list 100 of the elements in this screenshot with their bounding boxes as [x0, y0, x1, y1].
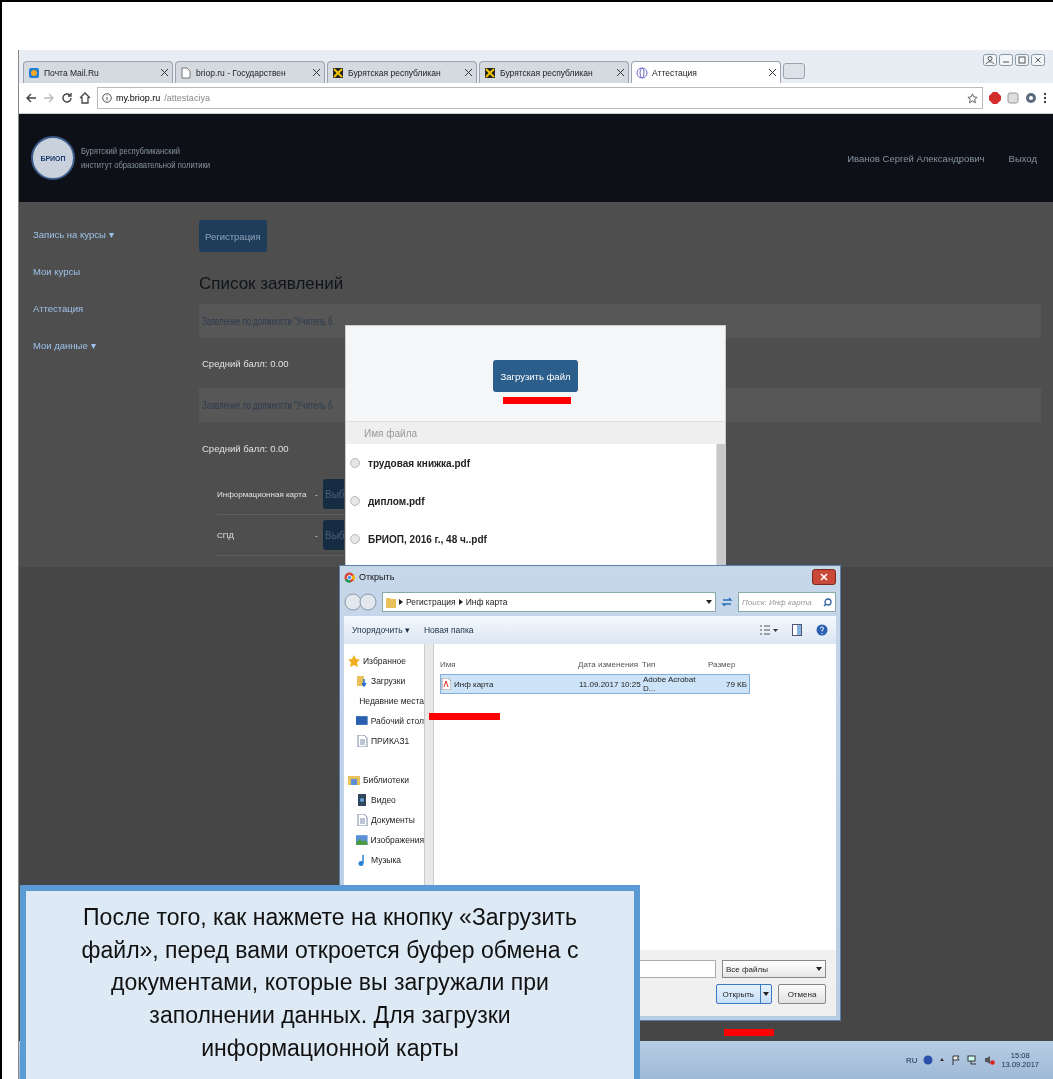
language-indicator[interactable]: RU	[905, 1055, 918, 1065]
chevron-icon	[458, 599, 463, 605]
page-heading: Список заявлений	[199, 274, 345, 294]
address-field[interactable]: my.briop.ru /attestaciya	[97, 87, 983, 109]
organize-menu[interactable]: Упорядочить ▾	[352, 625, 410, 635]
browser-tab[interactable]: Аттестация	[631, 61, 781, 83]
folder-icon	[386, 596, 396, 608]
upload-file-button[interactable]: Загрузить файл	[492, 360, 579, 392]
navigation-item[interactable]: Избранное	[348, 652, 424, 669]
navigation-item[interactable]: Документы	[348, 811, 424, 828]
document-status: -	[315, 489, 319, 499]
flag-icon[interactable]	[951, 1055, 962, 1065]
path-field[interactable]: Регистрация Инф карта	[382, 592, 716, 612]
close-icon	[820, 573, 828, 581]
extension-icon[interactable]	[1025, 92, 1037, 104]
back-icon[interactable]	[25, 92, 37, 104]
navigation-item[interactable]: ПРИКАЗ1	[348, 732, 424, 749]
star-icon[interactable]	[967, 92, 978, 104]
callout-text: После того, как нажмете на кнопку «Загрузить файл», перед вами откроется буфер обмена с документами, которые вы загружали при заполнении данных. Для загрузки информационной карты	[80, 903, 580, 1063]
sidebar-link[interactable]: Аттестация	[33, 303, 84, 314]
adblock-icon[interactable]	[989, 92, 1001, 104]
browser-tab[interactable]: Почта Mail.Ru	[23, 61, 173, 83]
home-icon[interactable]	[79, 92, 91, 104]
info-icon[interactable]	[102, 93, 112, 103]
navigation-item[interactable]: Недавние места	[348, 692, 424, 709]
desktop-icon	[356, 714, 368, 727]
new-folder-button[interactable]: Новая папка	[423, 625, 474, 635]
close-icon[interactable]	[769, 69, 776, 76]
document-label: СПД	[217, 530, 235, 540]
view-options-icon[interactable]	[760, 625, 778, 635]
speaker-icon[interactable]	[984, 1055, 996, 1065]
open-button[interactable]: Открыть	[715, 984, 772, 1004]
doc-icon	[356, 813, 368, 826]
browser-logo-icon	[344, 571, 355, 583]
column-header[interactable]: Дата изменения	[578, 659, 642, 669]
minimize-icon[interactable]	[999, 54, 1013, 66]
navigation-item[interactable]: Изображения	[348, 831, 424, 848]
file-name[interactable]: трудовая книжка.pdf	[368, 457, 470, 469]
dropdown-icon[interactable]	[706, 600, 712, 604]
highlight-underline	[429, 713, 500, 720]
cancel-button[interactable]: Отмена	[778, 984, 826, 1004]
column-header[interactable]: Тип	[642, 659, 708, 669]
browser-tab[interactable]: briop.ru - Государствен	[175, 61, 325, 83]
menu-icon[interactable]	[1043, 92, 1047, 104]
average-score: Средний балл: 0.00	[202, 442, 289, 454]
radio-button[interactable]	[350, 534, 360, 544]
image-icon	[356, 833, 368, 846]
navigation-item[interactable]: Загрузки	[348, 672, 424, 689]
browser-tab[interactable]: Бурятская республикан	[479, 61, 629, 83]
person-icon[interactable]	[983, 54, 997, 66]
path-segment[interactable]: Инф карта	[465, 597, 508, 607]
navigation-item[interactable]: Библиотеки	[348, 771, 424, 788]
file-type: Adobe Acrobat D...	[643, 675, 697, 693]
network-icon[interactable]	[967, 1055, 979, 1065]
average-score: Средний балл: 0.00	[202, 357, 289, 369]
browser-tab[interactable]: Бурятская республикан	[327, 61, 477, 83]
close-button[interactable]	[812, 569, 836, 585]
radio-button[interactable]	[350, 496, 360, 506]
close-icon[interactable]	[617, 69, 624, 76]
close-icon[interactable]	[465, 69, 472, 76]
favicon-icon	[636, 66, 648, 79]
search-icon[interactable]	[823, 597, 832, 607]
chevron-icon	[399, 599, 403, 605]
column-header[interactable]: Размер	[708, 659, 746, 669]
sidebar-link[interactable]: Запись на курсы	[33, 229, 106, 240]
preview-pane-icon[interactable]	[792, 624, 802, 636]
highlight-underline	[503, 397, 571, 404]
close-icon[interactable]	[161, 69, 168, 76]
navigation-item[interactable]: Музыка	[348, 851, 424, 868]
logout-link[interactable]: Выход	[1008, 152, 1037, 164]
navigation-item[interactable]: Видео	[348, 791, 424, 808]
reload-icon[interactable]	[61, 92, 73, 104]
refresh-icon[interactable]	[720, 595, 734, 609]
file-type-select[interactable]: Все файлы	[722, 960, 826, 978]
dropdown-caret: ▾	[90, 340, 96, 351]
sidebar-link[interactable]: Мои курсы	[33, 266, 81, 277]
favicon-icon	[180, 66, 192, 79]
download-icon	[356, 674, 368, 687]
file-name[interactable]: диплом.pdf	[368, 495, 425, 507]
user-name-link[interactable]: Иванов Сергей Александрович	[847, 152, 985, 164]
close-icon[interactable]	[313, 69, 320, 76]
dropdown-caret: ▾	[108, 229, 114, 240]
dropdown-icon	[763, 992, 769, 996]
favicon-icon	[332, 66, 344, 79]
organization-name: институт образовательной политики	[81, 160, 211, 170]
column-header: Имя файла	[364, 427, 418, 439]
file-name[interactable]: БРИОП, 2016 г., 48 ч..pdf	[368, 533, 487, 545]
doc-icon	[356, 734, 368, 747]
close-icon[interactable]	[1031, 54, 1045, 66]
path-segment[interactable]: Регистрация	[406, 597, 456, 607]
navigation-item[interactable]: Рабочий стол	[348, 712, 424, 729]
radio-button[interactable]	[350, 458, 360, 468]
register-button[interactable]: Регистрация	[199, 220, 267, 252]
video-icon	[356, 793, 368, 806]
column-header[interactable]: Имя	[440, 659, 578, 669]
restore-icon[interactable]	[1015, 54, 1029, 66]
sidebar-link[interactable]: Мои данные	[33, 340, 88, 351]
document-label: Информационная карта	[217, 489, 308, 499]
favicon-icon	[28, 66, 40, 79]
library-icon	[348, 773, 360, 786]
